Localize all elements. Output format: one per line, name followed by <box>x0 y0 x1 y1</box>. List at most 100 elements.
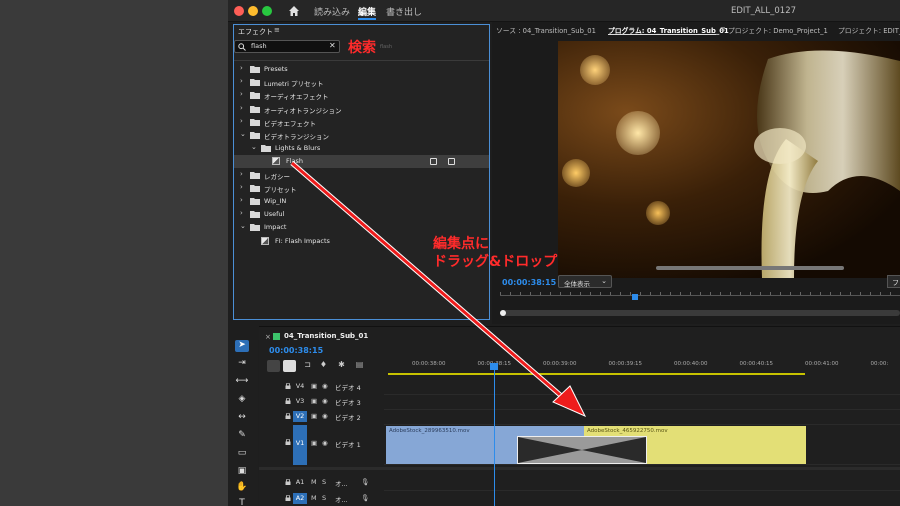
track-target-toggle[interactable]: V1 <box>293 425 307 465</box>
sync-lock-icon[interactable]: ▣ <box>311 382 317 390</box>
captions-icon[interactable]: ▤ <box>353 360 366 372</box>
video-track-header[interactable]: V3 ▣ ◉ ビデオ 3 <box>259 396 384 410</box>
sequence-tab[interactable]: 04_Transition_Sub_01 <box>284 332 368 340</box>
chevron-right-icon[interactable]: › <box>240 77 248 85</box>
monitor-scrollbar[interactable] <box>656 266 844 270</box>
effects-tree-item[interactable]: › Useful <box>234 208 489 221</box>
home-icon[interactable] <box>288 5 300 17</box>
mute-button[interactable]: M <box>311 478 317 486</box>
razor-tool-icon[interactable]: ◈ <box>235 394 249 406</box>
slip-tool-icon[interactable]: ↔ <box>235 412 249 424</box>
audio-track-lane[interactable] <box>384 493 900 506</box>
sync-lock-icon[interactable]: ▣ <box>311 439 317 447</box>
text-tool-icon[interactable]: T <box>235 498 249 506</box>
eye-icon[interactable]: ◉ <box>322 439 328 447</box>
track-target-toggle[interactable]: A2 <box>293 493 307 504</box>
effects-search-input[interactable]: flash ✕ <box>234 40 340 53</box>
clear-search-icon[interactable]: ✕ <box>329 41 336 50</box>
timeline-timecode[interactable]: 00:00:38:15 <box>269 346 323 355</box>
tab-project-edit[interactable]: プロジェクト: EDIT_A <box>838 25 900 35</box>
chevron-right-icon[interactable]: › <box>240 170 248 178</box>
eye-icon[interactable]: ◉ <box>322 412 328 420</box>
tab-project-demo[interactable]: プロジェクト: Demo_Project_1 <box>728 25 828 35</box>
pen-tool-icon[interactable]: ✎ <box>235 430 249 442</box>
monitor-scrub-bar[interactable] <box>500 310 900 316</box>
track-select-tool-icon[interactable]: ⇥ <box>235 358 249 370</box>
video-track-lane[interactable] <box>384 381 900 395</box>
program-timecode[interactable]: 00:00:38:15 <box>502 278 556 287</box>
effects-tree-item[interactable]: › Presets <box>234 63 489 76</box>
lock-icon[interactable] <box>285 479 291 485</box>
panel-menu-icon[interactable]: ≡ <box>274 26 280 34</box>
sync-lock-icon[interactable]: ▣ <box>311 397 317 405</box>
monitor-time-ruler[interactable] <box>500 292 900 296</box>
video-track-lane[interactable] <box>384 411 900 425</box>
effects-tree-item[interactable]: › プリセット <box>234 182 489 195</box>
close-sequence-icon[interactable]: × <box>265 333 271 341</box>
chevron-right-icon[interactable]: › <box>240 196 248 204</box>
video-track-header[interactable]: V4 ▣ ◉ ビデオ 4 <box>259 381 384 395</box>
effects-tree-item[interactable]: › オーディオトランジション <box>234 103 489 116</box>
snap-magnet-icon[interactable] <box>283 360 296 372</box>
audio-track-header[interactable]: A2 M S オ... 🎙 <box>259 493 384 506</box>
eye-icon[interactable]: ◉ <box>322 382 328 390</box>
track-target-toggle[interactable]: V3 <box>293 396 307 407</box>
mute-button[interactable]: M <box>311 494 317 502</box>
video-track-header[interactable]: V1 ▣ ◉ ビデオ 1 <box>259 425 384 465</box>
video-track-header[interactable]: V2 ▣ ◉ ビデオ 2 <box>259 411 384 425</box>
chevron-right-icon[interactable]: › <box>240 90 248 98</box>
fit-zoom-select[interactable]: 全体表示 ⌄ <box>558 275 612 288</box>
chevron-right-icon[interactable]: › <box>240 183 248 191</box>
effects-tree-item[interactable]: Flash <box>234 155 489 169</box>
monitor-right-button[interactable]: フ <box>887 275 900 288</box>
chevron-down-icon[interactable]: ⌄ <box>240 222 248 230</box>
solo-button[interactable]: S <box>322 494 326 502</box>
lock-icon[interactable] <box>285 439 291 445</box>
effects-tree-item[interactable]: ⌄ Impact <box>234 221 489 234</box>
chevron-down-icon[interactable]: ⌄ <box>251 143 259 151</box>
tab-edit[interactable]: 編集 <box>358 5 376 18</box>
sync-lock-icon[interactable]: ▣ <box>311 412 317 420</box>
zoom-window-button[interactable] <box>262 6 272 16</box>
chevron-right-icon[interactable]: › <box>240 104 248 112</box>
effects-tree-item[interactable]: › オーディオエフェクト <box>234 89 489 102</box>
hand-tool-icon[interactable]: ✋ <box>235 482 249 494</box>
transition-drop-preview[interactable] <box>517 436 647 464</box>
chevron-right-icon[interactable]: › <box>240 117 248 125</box>
chevron-down-icon[interactable]: ⌄ <box>240 130 248 138</box>
timeline-menu-icon[interactable]: ≡ <box>347 332 353 340</box>
minimize-window-button[interactable] <box>248 6 258 16</box>
linked-selection-icon[interactable]: ⊐ <box>301 360 314 372</box>
selection-tool-icon[interactable]: ➤ <box>235 340 249 352</box>
close-window-button[interactable] <box>234 6 244 16</box>
lock-icon[interactable] <box>285 398 291 404</box>
track-target-toggle[interactable]: V2 <box>293 411 307 422</box>
microphone-icon[interactable]: 🎙 <box>361 478 369 486</box>
work-area-bar[interactable] <box>388 373 805 375</box>
nest-toggle-icon[interactable] <box>267 360 280 372</box>
microphone-icon[interactable]: 🎙 <box>361 494 369 502</box>
effects-tree-item[interactable]: › Lumetri プリセット <box>234 76 489 89</box>
eye-icon[interactable]: ◉ <box>322 397 328 405</box>
audio-track-lane[interactable] <box>384 477 900 491</box>
monitor-scrub-handle[interactable] <box>500 310 506 316</box>
effects-tree-item[interactable]: › ビデオエフェクト <box>234 116 489 129</box>
wrench-icon[interactable]: ✱ <box>335 360 348 372</box>
video-track-lane[interactable] <box>384 396 900 410</box>
tab-import[interactable]: 読み込み <box>314 5 350 18</box>
add-marker-icon[interactable]: ♦ <box>317 360 330 372</box>
lock-icon[interactable] <box>285 383 291 389</box>
effects-tree-item[interactable]: › Wip_IN <box>234 195 489 208</box>
rectangle-tool-icon[interactable]: ▭ <box>235 448 249 460</box>
tab-source-monitor[interactable]: ソース : 04_Transition_Sub_01 <box>496 25 596 35</box>
lock-icon[interactable] <box>285 413 291 419</box>
type-shape-tool-icon[interactable]: ▣ <box>235 466 249 478</box>
program-video-frame[interactable] <box>558 41 900 278</box>
chevron-right-icon[interactable]: › <box>240 64 248 72</box>
effects-tree-item[interactable]: ⌄ ビデオトランジション <box>234 129 489 142</box>
effects-tree-item[interactable]: › レガシー <box>234 169 489 182</box>
effects-tree-item[interactable]: ⌄ Lights & Blurs <box>234 142 489 155</box>
ripple-edit-tool-icon[interactable]: ⟷ <box>235 376 249 388</box>
track-target-toggle[interactable]: A1 <box>293 477 307 488</box>
monitor-menu-icon[interactable]: ≡ <box>720 25 726 33</box>
